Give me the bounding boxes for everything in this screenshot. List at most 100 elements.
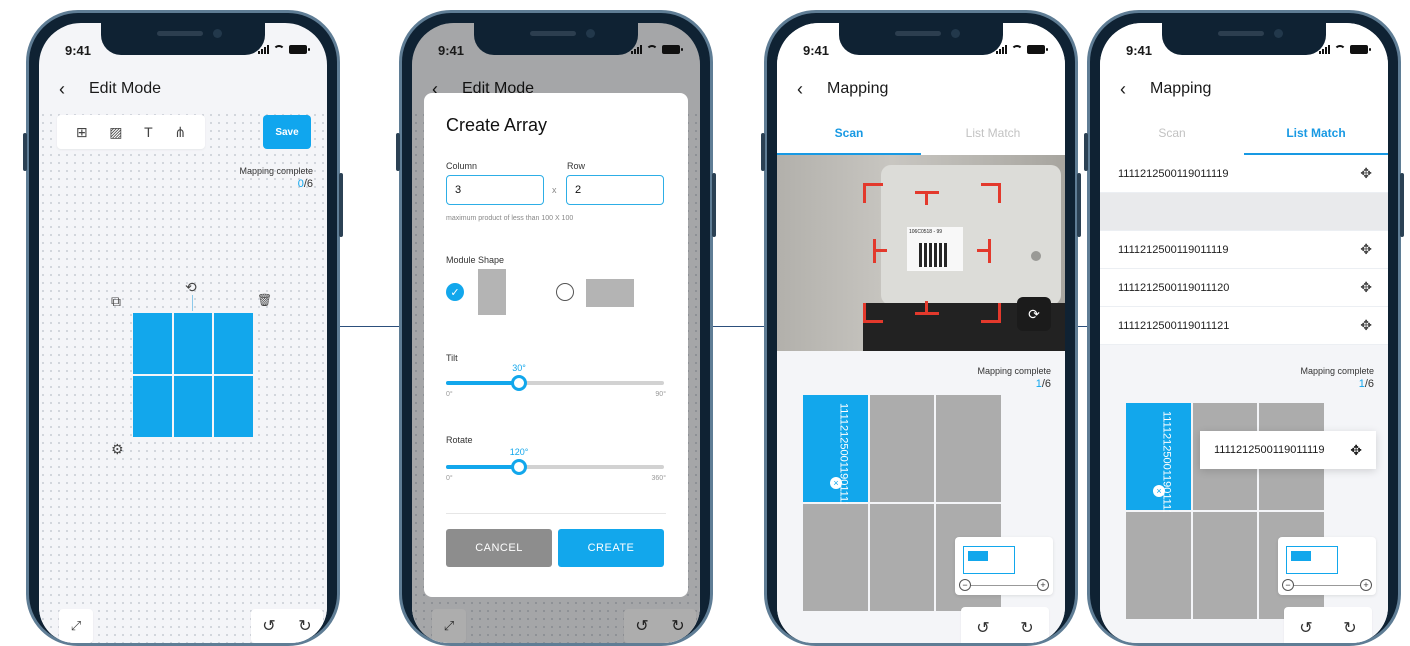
- move-icon[interactable]: ✥: [1360, 317, 1372, 334]
- create-button[interactable]: CREATE: [558, 529, 664, 567]
- undo-redo-group: ↺ ↻: [1284, 607, 1372, 643]
- phone-mapping-list: 9:41 ‹ Mapping Scan List Match 111121250…: [1084, 10, 1404, 646]
- module-cell[interactable]: [214, 376, 253, 437]
- image-icon[interactable]: ▨: [109, 124, 122, 141]
- zoom-in-icon[interactable]: +: [1360, 579, 1372, 591]
- nav-bar: ‹ Edit Mode: [39, 75, 327, 103]
- rotate-icon[interactable]: ⟲: [185, 279, 197, 296]
- list-item[interactable]: 1111212500119011120 ✥: [1100, 269, 1388, 307]
- list-item[interactable]: 1111212500119011119 ✥: [1100, 155, 1388, 193]
- save-button[interactable]: Save: [263, 115, 311, 149]
- serial-text: 1111212500119011119: [1118, 243, 1229, 256]
- screen-mapping-scan: 9:41 ‹ Mapping Scan List Match 106C0518 …: [777, 23, 1065, 643]
- redo-icon[interactable]: ↻: [287, 609, 323, 643]
- row-label: Row: [567, 161, 586, 171]
- module-cell[interactable]: [173, 313, 213, 374]
- remove-icon[interactable]: ×: [1153, 485, 1165, 497]
- redo-icon[interactable]: ↻: [1005, 607, 1049, 643]
- minimap-viewport[interactable]: [1286, 546, 1338, 574]
- zoom-out-icon[interactable]: −: [959, 579, 971, 591]
- delete-icon[interactable]: 🗑: [257, 293, 272, 307]
- tab-list-match[interactable]: List Match: [921, 115, 1065, 155]
- zoom-out-icon[interactable]: −: [1282, 579, 1294, 591]
- minimap[interactable]: − +: [955, 537, 1053, 595]
- remove-icon[interactable]: ×: [830, 477, 842, 489]
- portrait-radio[interactable]: ✓: [446, 283, 464, 301]
- tilt-label: Tilt: [446, 353, 458, 363]
- serial-text: 1111212500119011120: [1118, 281, 1230, 294]
- mapping-tabs: Scan List Match: [777, 115, 1065, 155]
- minimap-viewport[interactable]: [963, 546, 1015, 574]
- back-icon[interactable]: ‹: [59, 79, 81, 100]
- zoom-in-icon[interactable]: +: [1037, 579, 1049, 591]
- landscape-radio[interactable]: [556, 283, 574, 301]
- settings-icon[interactable]: ⚙: [111, 441, 124, 458]
- camera-viewfinder[interactable]: 106C0518 - 99 ⟳: [777, 155, 1065, 351]
- nav-bar: ‹ Mapping: [1100, 75, 1388, 103]
- back-icon[interactable]: ‹: [797, 79, 819, 100]
- module-shape-label: Module Shape: [446, 255, 505, 265]
- module-cell-mapped[interactable]: 1111212500119011119 ×: [803, 395, 868, 514]
- module-cell[interactable]: [173, 376, 213, 437]
- undo-icon[interactable]: ↺: [961, 607, 1005, 643]
- cancel-button[interactable]: CANCEL: [446, 529, 552, 567]
- fit-screen-button[interactable]: ⤢: [59, 609, 93, 643]
- back-icon[interactable]: ‹: [1120, 79, 1142, 100]
- rotate-max: 360°: [651, 475, 666, 482]
- dragging-list-item[interactable]: 1111212500119011119 ✥: [1200, 431, 1376, 469]
- module-cell[interactable]: [214, 313, 253, 374]
- row-input[interactable]: 2: [566, 175, 664, 205]
- copy-icon[interactable]: ⧉: [111, 293, 121, 310]
- redo-icon[interactable]: ↻: [1328, 607, 1372, 643]
- module-cell[interactable]: [133, 313, 172, 374]
- create-array-dialog: Create Array Column Row 3 x 2 maximum pr…: [424, 93, 688, 597]
- column-input[interactable]: 3: [446, 175, 544, 205]
- phone-mapping-scan: 9:41 ‹ Mapping Scan List Match 106C0518 …: [761, 10, 1081, 646]
- tab-scan[interactable]: Scan: [777, 115, 921, 155]
- module-cell-mapped[interactable]: 1111212500119011119 ×: [1126, 403, 1191, 522]
- module-cell[interactable]: [936, 395, 1001, 502]
- status-time: 9:41: [803, 43, 830, 58]
- list-item[interactable]: 1111212500119011119 ✥: [1100, 231, 1388, 269]
- rotate-value: 120°: [509, 447, 529, 457]
- tree-icon[interactable]: ⋔: [174, 124, 186, 141]
- undo-icon[interactable]: ↺: [1284, 607, 1328, 643]
- wifi-icon: [1334, 45, 1346, 54]
- minimap[interactable]: − +: [1278, 537, 1376, 595]
- tilt-slider-knob[interactable]: [511, 375, 527, 391]
- module-cell[interactable]: [133, 376, 172, 437]
- undo-redo-group: ↺ ↻: [251, 609, 323, 643]
- move-icon[interactable]: ✥: [1360, 165, 1372, 182]
- undo-icon[interactable]: ↺: [251, 609, 287, 643]
- mapping-status-label: Mapping complete: [239, 166, 313, 176]
- tilt-slider[interactable]: [446, 375, 664, 391]
- tab-list-match[interactable]: List Match: [1244, 115, 1388, 155]
- array-grid-icon[interactable]: ⊞: [76, 124, 88, 141]
- module-cell[interactable]: [869, 395, 935, 502]
- text-icon[interactable]: T: [144, 124, 153, 140]
- module-cell[interactable]: [1126, 512, 1191, 619]
- mapping-status: Mapping complete 0/6: [239, 165, 313, 191]
- landscape-shape-preview[interactable]: [586, 279, 634, 307]
- mapping-status-label: Mapping complete: [1300, 366, 1374, 376]
- module-array[interactable]: [133, 313, 253, 437]
- module-cell[interactable]: [1192, 512, 1258, 619]
- switch-camera-button[interactable]: ⟳: [1017, 297, 1051, 331]
- module-cell[interactable]: [869, 504, 935, 611]
- module-cell[interactable]: [803, 504, 868, 611]
- portrait-shape-preview[interactable]: [478, 269, 506, 315]
- battery-icon: [289, 45, 310, 54]
- list-item[interactable]: 1111212500119011121 ✥: [1100, 307, 1388, 345]
- rotate-slider[interactable]: [446, 459, 664, 475]
- move-icon[interactable]: ✥: [1360, 279, 1372, 296]
- zoom-track[interactable]: [1290, 585, 1364, 586]
- mapping-status: Mapping complete 1/6: [977, 365, 1051, 391]
- move-icon[interactable]: ✥: [1360, 241, 1372, 258]
- phone-create-array: 9:41 ‹ Edit Mode ⤢ ↺ ↻ Create Array Colu…: [396, 10, 716, 646]
- zoom-track[interactable]: [967, 585, 1041, 586]
- tab-scan[interactable]: Scan: [1100, 115, 1244, 155]
- rotate-slider-knob[interactable]: [511, 459, 527, 475]
- flow-connector-2: [710, 326, 768, 327]
- tilt-slider-fill: [446, 381, 519, 385]
- move-icon[interactable]: ✥: [1350, 442, 1362, 459]
